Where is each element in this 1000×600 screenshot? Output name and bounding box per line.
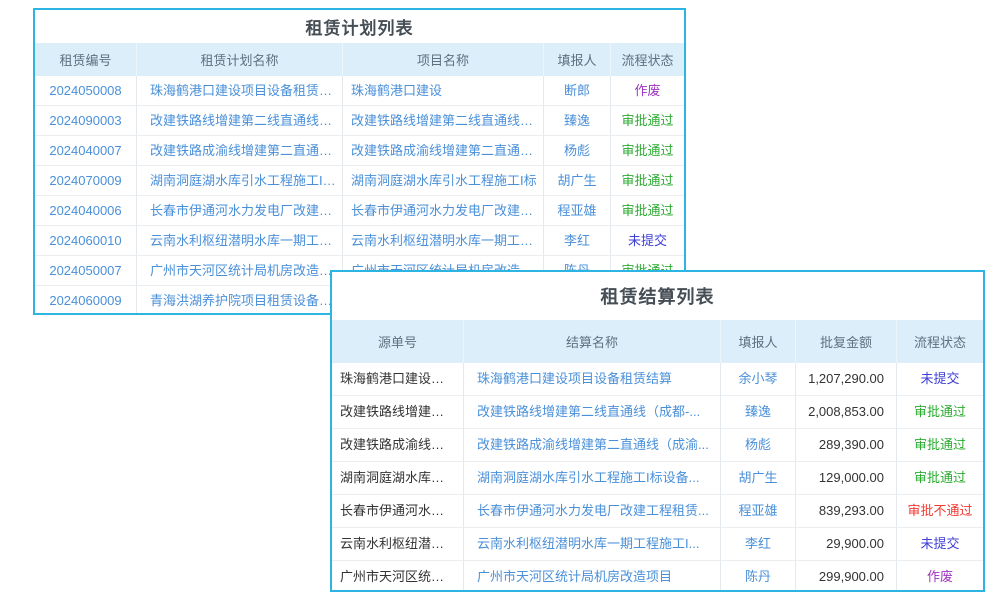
reporter-text: 李红 (544, 226, 611, 255)
column-header-reporter: 填报人 (544, 43, 611, 76)
settlement-table-row: 长春市伊通河水力发电厂... 长春市伊通河水力发电厂改建工程租赁... 程亚雄 … (332, 495, 983, 528)
settlement-table-row: 改建铁路成渝线增建第二... 改建铁路成渝线增建第二直通线（成渝... 杨彪 2… (332, 429, 983, 462)
settlement-name-link[interactable]: 改建铁路成渝线增建第二直通线（成渝... (464, 429, 721, 461)
reporter-text: 陈丹 (721, 561, 796, 592)
plan-table-row: 2024040006 长春市伊通河水力发电厂改建工程租赁设... 长春市伊通河水… (35, 196, 684, 226)
settlement-name-link[interactable]: 改建铁路线增建第二线直通线（成都-... (464, 396, 721, 428)
plan-id-link[interactable]: 2024060010 (35, 226, 137, 255)
column-header-plan-id: 租赁编号 (35, 43, 137, 76)
rental-plan-list-panel: 租赁计划列表 租赁编号 租赁计划名称 项目名称 填报人 流程状态 2024050… (33, 8, 686, 315)
column-header-plan-name: 租赁计划名称 (137, 43, 343, 76)
reporter-text: 程亚雄 (544, 196, 611, 225)
status-badge: 未提交 (897, 363, 983, 395)
source-number-text: 广州市天河区统计局机房... (332, 561, 464, 592)
source-number-text: 云南水利枢纽潜明水库一... (332, 528, 464, 560)
source-number-text: 珠海鹤港口建设项目设备... (332, 363, 464, 395)
status-badge: 审批通过 (611, 196, 684, 225)
amount-text: 839,293.00 (796, 495, 897, 527)
settlement-table-row: 珠海鹤港口建设项目设备... 珠海鹤港口建设项目设备租赁结算 余小琴 1,207… (332, 363, 983, 396)
plan-name-link[interactable]: 湖南洞庭湖水库引水工程施工I标设备租赁... (137, 166, 343, 195)
settlement-table-row: 云南水利枢纽潜明水库一... 云南水利枢纽潜明水库一期工程施工I... 李红 2… (332, 528, 983, 561)
status-badge: 审批通过 (897, 396, 983, 428)
plan-name-link[interactable]: 广州市天河区统计局机房改造项目 (137, 256, 343, 285)
amount-text: 29,900.00 (796, 528, 897, 560)
reporter-text: 程亚雄 (721, 495, 796, 527)
status-badge: 审批通过 (897, 429, 983, 461)
amount-text: 2,008,853.00 (796, 396, 897, 428)
rental-plan-list-title: 租赁计划列表 (35, 10, 684, 43)
status-badge: 审批通过 (897, 462, 983, 494)
settlement-table-row: 湖南洞庭湖水库引水工程... 湖南洞庭湖水库引水工程施工I标设备... 胡广生 … (332, 462, 983, 495)
project-name-link[interactable]: 珠海鹤港口建设 (343, 76, 544, 105)
plan-id-link[interactable]: 2024090003 (35, 106, 137, 135)
plan-id-link[interactable]: 2024040007 (35, 136, 137, 165)
reporter-text: 胡广生 (544, 166, 611, 195)
amount-text: 289,390.00 (796, 429, 897, 461)
column-header-reporter: 填报人 (721, 320, 796, 363)
plan-table-row: 2024060010 云南水利枢纽潜明水库一期工程施工I标租... 云南水利枢纽… (35, 226, 684, 256)
plan-name-link[interactable]: 改建铁路线增建第二线直通线（成都-西安... (137, 106, 343, 135)
plan-table-row: 2024050008 珠海鹤港口建设项目设备租赁计划 珠海鹤港口建设 断郎 作废 (35, 76, 684, 106)
plan-id-link[interactable]: 2024050007 (35, 256, 137, 285)
settlement-name-link[interactable]: 湖南洞庭湖水库引水工程施工I标设备... (464, 462, 721, 494)
settlement-name-link[interactable]: 长春市伊通河水力发电厂改建工程租赁... (464, 495, 721, 527)
column-header-project-name: 项目名称 (343, 43, 544, 76)
status-badge: 未提交 (611, 226, 684, 255)
status-badge: 作废 (897, 561, 983, 592)
plan-id-link[interactable]: 2024050008 (35, 76, 137, 105)
status-badge: 审批通过 (611, 166, 684, 195)
rental-plan-table-header: 租赁编号 租赁计划名称 项目名称 填报人 流程状态 (35, 43, 684, 76)
project-name-link[interactable]: 长春市伊通河水力发电厂改建工程 (343, 196, 544, 225)
reporter-text: 胡广生 (721, 462, 796, 494)
amount-text: 129,000.00 (796, 462, 897, 494)
column-header-status: 流程状态 (611, 43, 684, 76)
settlement-table-header: 源单号 结算名称 填报人 批复金额 流程状态 (332, 320, 983, 363)
status-badge: 审批通过 (611, 106, 684, 135)
plan-table-row: 2024040007 改建铁路成渝线增建第二直通线（成渝枢... 改建铁路成渝线… (35, 136, 684, 166)
settlement-name-link[interactable]: 云南水利枢纽潜明水库一期工程施工I... (464, 528, 721, 560)
source-number-text: 改建铁路线增建第二线直... (332, 396, 464, 428)
reporter-text: 李红 (721, 528, 796, 560)
reporter-text: 臻逸 (721, 396, 796, 428)
column-header-approved-amount: 批复金额 (796, 320, 897, 363)
plan-name-link[interactable]: 青海洪湖养护院项目租赁设备计划 (137, 286, 343, 315)
reporter-text: 臻逸 (544, 106, 611, 135)
status-badge: 审批通过 (611, 136, 684, 165)
reporter-text: 杨彪 (721, 429, 796, 461)
plan-name-link[interactable]: 云南水利枢纽潜明水库一期工程施工I标租... (137, 226, 343, 255)
rental-settlement-list-title: 租赁结算列表 (332, 272, 983, 320)
reporter-text: 断郎 (544, 76, 611, 105)
project-name-link[interactable]: 云南水利枢纽潜明水库一期工程施工I标 (343, 226, 544, 255)
plan-name-link[interactable]: 长春市伊通河水力发电厂改建工程租赁设... (137, 196, 343, 225)
plan-name-link[interactable]: 改建铁路成渝线增建第二直通线（成渝枢... (137, 136, 343, 165)
reporter-text: 杨彪 (544, 136, 611, 165)
settlement-table-row: 广州市天河区统计局机房... 广州市天河区统计局机房改造项目 陈丹 299,90… (332, 561, 983, 592)
amount-text: 299,900.00 (796, 561, 897, 592)
plan-table-row: 2024070009 湖南洞庭湖水库引水工程施工I标设备租赁... 湖南洞庭湖水… (35, 166, 684, 196)
plan-id-link[interactable]: 2024040006 (35, 196, 137, 225)
project-name-link[interactable]: 改建铁路成渝线增建第二直通线（成... (343, 136, 544, 165)
rental-settlement-list-panel: 租赁结算列表 源单号 结算名称 填报人 批复金额 流程状态 珠海鹤港口建设项目设… (330, 270, 985, 592)
status-badge: 作废 (611, 76, 684, 105)
settlement-table-row: 改建铁路线增建第二线直... 改建铁路线增建第二线直通线（成都-... 臻逸 2… (332, 396, 983, 429)
column-header-source-number: 源单号 (332, 320, 464, 363)
plan-name-link[interactable]: 珠海鹤港口建设项目设备租赁计划 (137, 76, 343, 105)
status-badge: 审批不通过 (897, 495, 983, 527)
plan-id-link[interactable]: 2024060009 (35, 286, 137, 315)
column-header-status: 流程状态 (897, 320, 983, 363)
source-number-text: 湖南洞庭湖水库引水工程... (332, 462, 464, 494)
plan-id-link[interactable]: 2024070009 (35, 166, 137, 195)
plan-table-row: 2024090003 改建铁路线增建第二线直通线（成都-西安... 改建铁路线增… (35, 106, 684, 136)
status-badge: 未提交 (897, 528, 983, 560)
reporter-text: 余小琴 (721, 363, 796, 395)
settlement-name-link[interactable]: 珠海鹤港口建设项目设备租赁结算 (464, 363, 721, 395)
source-number-text: 改建铁路成渝线增建第二... (332, 429, 464, 461)
source-number-text: 长春市伊通河水力发电厂... (332, 495, 464, 527)
project-name-link[interactable]: 湖南洞庭湖水库引水工程施工I标 (343, 166, 544, 195)
amount-text: 1,207,290.00 (796, 363, 897, 395)
project-name-link[interactable]: 改建铁路线增建第二线直通线（成都-... (343, 106, 544, 135)
column-header-settlement-name: 结算名称 (464, 320, 721, 363)
settlement-name-link[interactable]: 广州市天河区统计局机房改造项目 (464, 561, 721, 592)
